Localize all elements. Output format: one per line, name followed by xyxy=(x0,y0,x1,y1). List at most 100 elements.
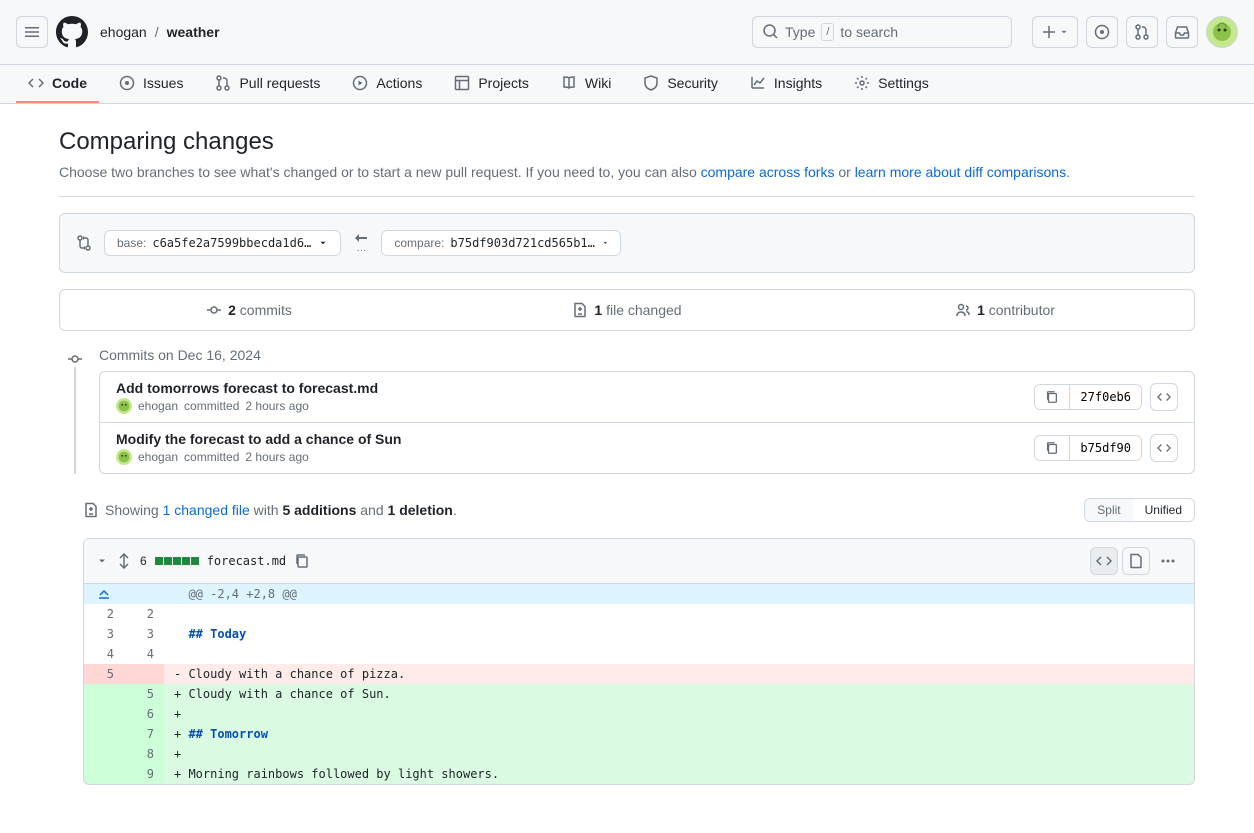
hamburger-icon xyxy=(24,24,40,40)
commit-author[interactable]: ehogan xyxy=(138,399,178,413)
avatar xyxy=(116,449,132,465)
base-branch-select[interactable]: base: c6a5fe2a7599bbecda1d622e4052... xyxy=(104,230,341,256)
compare-label: compare: xyxy=(394,236,444,250)
line-content: + Cloudy with a chance of Sun. xyxy=(164,684,1194,704)
code-icon xyxy=(28,75,44,91)
changed-files-link[interactable]: 1 changed file xyxy=(163,502,250,518)
line-number-old[interactable] xyxy=(84,684,124,704)
timeline-date: Commits on Dec 16, 2024 xyxy=(99,347,1195,363)
nav-insights[interactable]: Insights xyxy=(738,65,834,103)
line-number-new[interactable]: 6 xyxy=(124,704,164,724)
line-number-new[interactable] xyxy=(124,664,164,684)
view-rendered-button[interactable] xyxy=(1122,547,1150,575)
line-number-old[interactable] xyxy=(84,764,124,784)
compare-arrow: … xyxy=(353,232,369,254)
play-icon xyxy=(352,75,368,91)
issues-button[interactable] xyxy=(1086,16,1118,48)
file-name[interactable]: forecast.md xyxy=(207,554,286,568)
line-content: + xyxy=(164,744,1194,764)
commit-title[interactable]: Modify the forecast to add a chance of S… xyxy=(116,431,1034,447)
line-number-old[interactable]: 3 xyxy=(84,624,124,644)
search-placeholder-pre: Type xyxy=(785,24,815,40)
nav-pull-requests[interactable]: Pull requests xyxy=(203,65,332,103)
caret-down-icon xyxy=(318,238,328,248)
commit-author[interactable]: ehogan xyxy=(138,450,178,464)
repo-nav: Code Issues Pull requests Actions Projec… xyxy=(0,65,1254,104)
learn-more-link[interactable]: learn more about diff comparisons xyxy=(855,164,1066,180)
summary-files[interactable]: 1 file changed xyxy=(438,290,816,330)
pull-request-icon xyxy=(1134,24,1150,40)
commit-row: Add tomorrows forecast to forecast.md eh… xyxy=(100,372,1194,423)
commit-sha-link[interactable]: 27f0eb6 xyxy=(1070,385,1141,409)
line-number-new[interactable]: 4 xyxy=(124,644,164,664)
line-number-old[interactable]: 4 xyxy=(84,644,124,664)
compare-branch-select[interactable]: compare: b75df903d721cd565b189e8bcca... xyxy=(381,230,621,256)
line-number-new[interactable]: 8 xyxy=(124,744,164,764)
copy-sha-button[interactable] xyxy=(1035,436,1070,460)
compare-across-forks-link[interactable]: compare across forks xyxy=(701,164,835,180)
line-number-new[interactable]: 2 xyxy=(124,604,164,624)
browse-repo-button[interactable] xyxy=(1150,383,1178,411)
projects-icon xyxy=(454,75,470,91)
inbox-icon xyxy=(1174,24,1190,40)
copy-icon[interactable] xyxy=(294,553,310,569)
diff-line: 33 ## Today xyxy=(84,624,1194,644)
breadcrumb-repo[interactable]: weather xyxy=(167,24,220,40)
github-logo[interactable] xyxy=(56,16,88,48)
commit-title[interactable]: Add tomorrows forecast to forecast.md xyxy=(116,380,1034,396)
diff-line: 5+ Cloudy with a chance of Sun. xyxy=(84,684,1194,704)
summary-commits[interactable]: 2 commits xyxy=(60,290,438,330)
nav-actions[interactable]: Actions xyxy=(340,65,434,103)
line-number-new[interactable]: 3 xyxy=(124,624,164,644)
hamburger-button[interactable] xyxy=(16,16,48,48)
file-diff-icon xyxy=(83,502,99,518)
file-menu-button[interactable] xyxy=(1154,547,1182,575)
diff-table: @@ -2,4 +2,8 @@22 33 ## Today44 5- Cloud… xyxy=(84,584,1194,784)
line-number-old[interactable] xyxy=(84,724,124,744)
caret-down-icon xyxy=(602,238,609,248)
copy-sha-button[interactable] xyxy=(1035,385,1070,409)
chevron-down-icon[interactable] xyxy=(96,555,108,567)
diffstat xyxy=(155,557,199,565)
search-input[interactable]: Type / to search xyxy=(752,16,1012,48)
create-new-button[interactable] xyxy=(1032,16,1078,48)
diff-line: 44 xyxy=(84,644,1194,664)
breadcrumb-owner[interactable]: ehogan xyxy=(100,24,147,40)
line-number-new[interactable]: 7 xyxy=(124,724,164,744)
expand-hunk-button[interactable] xyxy=(84,584,124,604)
summary-contributors[interactable]: 1 contributor xyxy=(816,290,1194,330)
diff-line: 7+ ## Tomorrow xyxy=(84,724,1194,744)
hunk-header: @@ -2,4 +2,8 @@ xyxy=(84,584,1194,604)
commit-sha-link[interactable]: b75df90 xyxy=(1070,436,1141,460)
nav-issues[interactable]: Issues xyxy=(107,65,195,103)
avatar-icon xyxy=(1212,22,1232,42)
gear-icon xyxy=(854,75,870,91)
pull-request-icon xyxy=(215,75,231,91)
breadcrumb-sep: / xyxy=(155,24,159,40)
line-number-new[interactable]: 5 xyxy=(124,684,164,704)
line-number-new[interactable]: 9 xyxy=(124,764,164,784)
line-number-old[interactable]: 2 xyxy=(84,604,124,624)
nav-code[interactable]: Code xyxy=(16,65,99,103)
line-number-old[interactable] xyxy=(84,704,124,724)
diff-line: 5- Cloudy with a chance of pizza. xyxy=(84,664,1194,684)
split-view-button[interactable]: Split xyxy=(1085,499,1132,521)
diff-line: 8+ xyxy=(84,744,1194,764)
nav-projects[interactable]: Projects xyxy=(442,65,541,103)
line-number-old[interactable] xyxy=(84,744,124,764)
nav-security[interactable]: Security xyxy=(631,65,730,103)
pull-requests-button[interactable] xyxy=(1126,16,1158,48)
line-number-old[interactable]: 5 xyxy=(84,664,124,684)
nav-settings[interactable]: Settings xyxy=(842,65,941,103)
nav-label: Issues xyxy=(143,75,183,91)
unified-view-button[interactable]: Unified xyxy=(1133,499,1194,521)
github-icon xyxy=(56,16,88,48)
avatar[interactable] xyxy=(1206,16,1238,48)
browse-repo-button[interactable] xyxy=(1150,434,1178,462)
expand-icon[interactable] xyxy=(116,553,132,569)
breadcrumb: ehogan / weather xyxy=(100,24,220,40)
view-source-button[interactable] xyxy=(1090,547,1118,575)
kebab-icon xyxy=(1160,553,1176,569)
nav-wiki[interactable]: Wiki xyxy=(549,65,623,103)
notifications-button[interactable] xyxy=(1166,16,1198,48)
